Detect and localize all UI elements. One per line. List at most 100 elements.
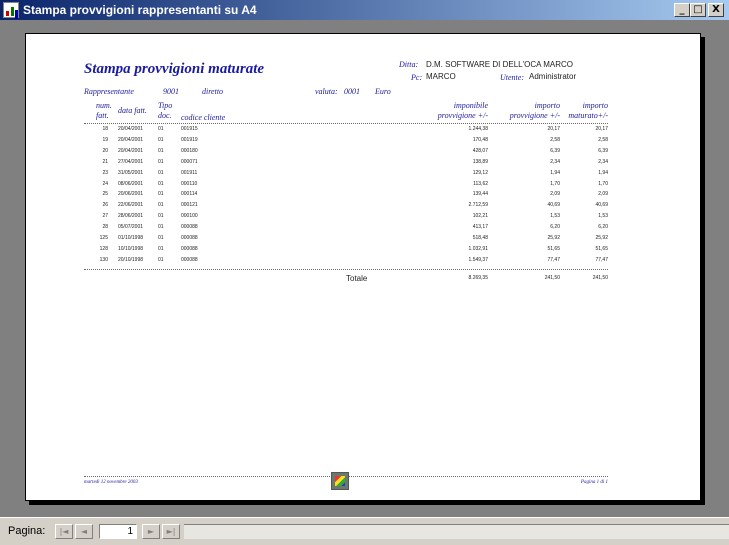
- total-divider: [84, 269, 608, 270]
- cell-data: 28/06/2001: [118, 213, 144, 220]
- cell-num: 20: [102, 147, 108, 154]
- cell-maturato: 6,20: [598, 224, 608, 231]
- minimize-button[interactable]: _: [674, 3, 690, 17]
- next-page-button[interactable]: ►: [142, 524, 160, 539]
- cell-num: 26: [102, 202, 108, 209]
- window-title: Stampa provvigioni rappresentanti su A4: [23, 3, 257, 17]
- cell-data: 20/04/2001: [118, 147, 144, 154]
- cell-maturato: 2,34: [598, 158, 608, 165]
- cell-imponibile: 138,89: [472, 158, 488, 165]
- cell-maturato: 1,53: [598, 213, 608, 220]
- cell-imponibile: 1.549,37: [468, 256, 488, 263]
- cell-tipo: 01: [158, 136, 164, 143]
- cell-tipo: 01: [158, 169, 164, 176]
- cell-imponibile: 170,48: [472, 136, 488, 143]
- title-bar[interactable]: Stampa provvigioni rappresentanti su A4 …: [0, 0, 729, 20]
- col-maturato-2: maturato+/-: [568, 111, 608, 120]
- cell-cliente: 000088: [181, 245, 198, 252]
- cell-imponibile: 129,12: [472, 169, 488, 176]
- cell-imponibile: 113,62: [473, 180, 488, 187]
- col-tipo-doc-2: doc.: [158, 111, 172, 120]
- preview-area[interactable]: Stampa provvigioni maturate Ditta: D.M. …: [0, 20, 729, 517]
- cell-tipo: 01: [158, 245, 164, 252]
- cell-num: 23: [102, 169, 108, 176]
- cell-num: 125: [99, 235, 108, 241]
- cell-num: 21: [102, 158, 108, 165]
- col-imponibile-1: imponibile: [453, 101, 488, 110]
- last-page-button[interactable]: ►|: [162, 524, 180, 539]
- cell-imponibile: 102,21: [472, 213, 488, 220]
- col-codice-cliente: codice cliente: [181, 113, 226, 122]
- cell-imponibile: 139,44: [472, 191, 488, 198]
- ditta-value: D.M. SOFTWARE DI DELL'OCA MARCO: [426, 60, 574, 69]
- cell-tipo: 01: [158, 180, 164, 187]
- cell-num: 27: [102, 213, 108, 220]
- cell-tipo: 01: [158, 191, 164, 198]
- cell-maturato: 2,09: [598, 191, 608, 198]
- cell-data: 08/06/2001: [118, 180, 144, 187]
- cell-data: 31/05/2001: [118, 169, 144, 176]
- cell-imponibile: 2.712,59: [468, 202, 488, 209]
- cell-tipo: 01: [158, 235, 164, 241]
- valuta-code: 0001: [344, 87, 360, 96]
- cell-num: 130: [99, 256, 108, 263]
- cell-cliente: 001919: [181, 136, 198, 143]
- close-button[interactable]: X: [708, 3, 724, 17]
- pc-value: MARCO: [426, 72, 456, 81]
- cell-data: 20/10/1998: [118, 256, 144, 263]
- cell-imponibile: 413,17: [472, 224, 488, 231]
- utente-value: Administrator: [529, 72, 577, 81]
- cell-maturato: 77,47: [595, 256, 608, 263]
- page-number-input[interactable]: 1: [99, 524, 137, 539]
- cell-cliente: 001915: [181, 126, 198, 132]
- ditta-label: Ditta:: [399, 60, 419, 69]
- cell-data: 01/10/1998: [118, 235, 144, 241]
- prev-page-button[interactable]: ◄: [75, 524, 93, 539]
- cell-maturato: 20,17: [595, 126, 608, 132]
- footer-page: Pagina 1 di 1: [580, 480, 608, 485]
- cell-maturato: 51,65: [595, 245, 608, 252]
- cell-cliente: 000110: [181, 180, 198, 187]
- horizontal-scrollbar[interactable]: [184, 524, 729, 539]
- cell-imponibile: 428,07: [472, 147, 488, 154]
- cell-tipo: 01: [158, 202, 164, 209]
- rappresentante-label: Rappresentante: [84, 87, 134, 96]
- col-num-fatt-2: fatt.: [96, 111, 109, 120]
- totale-label: Totale: [346, 274, 368, 283]
- cell-data: 20/06/2001: [118, 191, 144, 198]
- cell-cliente: 001911: [181, 169, 198, 176]
- report-page: Stampa provvigioni maturate Ditta: D.M. …: [25, 33, 701, 501]
- cell-data: 22/06/2001: [118, 202, 144, 209]
- rappresentante-name: diretto: [202, 87, 224, 96]
- navigation-bar: Pagina: |◄ ◄ 1 ► ►|: [0, 517, 729, 545]
- totale-imponibile: 8.269,35: [468, 275, 488, 281]
- cell-data: 05/07/2001: [118, 224, 144, 231]
- first-page-button[interactable]: |◄: [55, 524, 73, 539]
- pc-label: Pc:: [411, 73, 423, 82]
- col-tipo-doc-1: Tipo: [158, 101, 173, 110]
- maximize-button[interactable]: □: [690, 3, 706, 17]
- cell-imponibile: 518,48: [472, 235, 488, 241]
- cell-maturato: 1,94: [598, 169, 608, 176]
- totale-maturato: 241,50: [592, 275, 608, 281]
- report-app-icon[interactable]: [3, 2, 19, 18]
- cell-imponibile: 1.032,91: [468, 245, 488, 252]
- cell-num: 18: [102, 126, 108, 132]
- cell-maturato: 6,39: [598, 147, 608, 154]
- cell-tipo: 01: [158, 224, 164, 231]
- company-logo-icon: [331, 472, 349, 490]
- cell-cliente: 000088: [181, 224, 198, 231]
- cell-tipo: 01: [158, 213, 164, 220]
- col-data-fatt: data fatt.: [118, 106, 147, 115]
- report-title: Stampa provvigioni maturate: [84, 61, 265, 77]
- cell-cliente: 000114: [181, 191, 198, 198]
- col-imponibile-2: provvigione +/-: [437, 111, 488, 120]
- cell-maturato: 2,58: [598, 136, 608, 143]
- cell-num: 24: [102, 180, 108, 187]
- rappresentante-code: 9001: [163, 87, 179, 96]
- cell-tipo: 01: [158, 126, 164, 132]
- cell-maturato: 1,70: [598, 180, 608, 187]
- page-label: Pagina:: [8, 525, 46, 537]
- utente-label: Utente:: [500, 73, 524, 82]
- cell-data: 10/10/1998: [118, 245, 144, 252]
